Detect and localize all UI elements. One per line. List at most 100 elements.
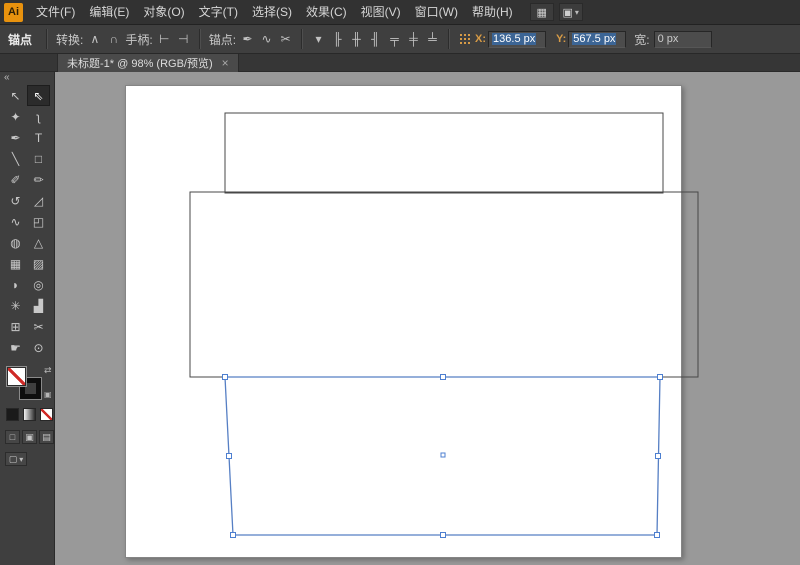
slice-tool[interactable]: ✂ (27, 316, 50, 337)
pen-tool[interactable]: ✒ (4, 127, 27, 148)
shape-center-marker (440, 452, 446, 458)
paint-mode-row (6, 408, 53, 421)
separator (198, 29, 201, 49)
perspective-grid-tool[interactable]: △ (27, 232, 50, 253)
canvas-area[interactable] (55, 72, 800, 565)
draw-inside-button[interactable]: ▤ (39, 430, 54, 444)
eyedropper-tool[interactable]: ◗ (4, 274, 27, 295)
align-h-center-button[interactable]: ╫ (347, 29, 366, 49)
fill-none-swatch[interactable] (6, 366, 27, 387)
magic-wand-tool[interactable]: ✦ (4, 106, 27, 127)
menu-item-effect[interactable]: 效果(C) (299, 0, 354, 25)
menu-item-edit[interactable]: 编辑(E) (82, 0, 136, 25)
anchor-point[interactable] (226, 453, 232, 459)
separator (448, 29, 451, 49)
selected-trapezoid-path[interactable] (224, 376, 661, 536)
menu-item-help[interactable]: 帮助(H) (465, 0, 520, 25)
width-input[interactable]: 0 px (653, 30, 712, 48)
y-label: Y: (556, 33, 567, 45)
free-transform-tool[interactable]: ◰ (27, 211, 50, 232)
width-label: 宽: (634, 32, 650, 47)
menu-item-view[interactable]: 视图(V) (354, 0, 408, 25)
draw-normal-button[interactable]: □ (5, 430, 20, 444)
tools-grid: ↖ ⇖ ✦ ʅ ✒ T ╲ □ ✐ ✏ ↺ ◿ ∿ ◰ ◍ △ ▦ ▨ ◗ ◎ ✳ ▟ ⊞ ✂ ☛ ⊙ (0, 85, 54, 358)
arrange-documents-button[interactable]: ▣ ▾ (558, 3, 583, 21)
document-tab[interactable]: 未标题-1* @ 98% (RGB/预览) × (57, 54, 239, 72)
line-segment-tool[interactable]: ╲ (4, 148, 27, 169)
rotate-tool[interactable]: ↺ (4, 190, 27, 211)
artboard-tool[interactable]: ⊞ (4, 316, 27, 337)
y-value: 567.5 px (572, 33, 617, 45)
drawing-layer (189, 112, 699, 538)
remove-anchor-button[interactable]: ✒ (238, 29, 257, 49)
type-tool[interactable]: T (27, 127, 50, 148)
align-dropdown[interactable]: ▾ (309, 29, 328, 49)
rectangle-tool[interactable]: □ (27, 148, 50, 169)
direct-selection-tool[interactable]: ⇖ (27, 85, 50, 106)
pencil-tool[interactable]: ✏ (27, 169, 50, 190)
show-handles-button[interactable]: ⊢ (155, 29, 174, 49)
color-mode-button[interactable] (6, 408, 19, 421)
chevron-down-icon: ▾ (574, 7, 579, 17)
menu-item-type[interactable]: 文字(T) (192, 0, 245, 25)
connect-endpoints-button[interactable]: ∿ (257, 29, 276, 49)
menu-item-window[interactable]: 窗口(W) (408, 0, 465, 25)
hand-tool[interactable]: ☛ (4, 337, 27, 358)
paintbrush-tool[interactable]: ✐ (4, 169, 27, 190)
symbol-sprayer-tool[interactable]: ✳ (4, 295, 27, 316)
document-tab-title: 未标题-1* @ 98% (RGB/预览) (67, 58, 213, 70)
chevron-down-icon: ▾ (19, 454, 24, 464)
blend-tool[interactable]: ◎ (27, 274, 50, 295)
menu-item-select[interactable]: 选择(S) (245, 0, 299, 25)
width-tool[interactable]: ∿ (4, 211, 27, 232)
gradient-tool[interactable]: ▨ (27, 253, 50, 274)
go-to-bridge-button[interactable]: ▦ (529, 3, 554, 21)
outlined-rectangle-middle[interactable] (189, 191, 699, 378)
cut-path-button[interactable]: ✂ (276, 29, 295, 49)
selection-tool[interactable]: ↖ (4, 85, 27, 106)
outlined-rectangle-top[interactable] (224, 112, 664, 194)
anchor-point[interactable] (654, 532, 660, 538)
column-graph-tool[interactable]: ▟ (27, 295, 50, 316)
align-bottom-button[interactable]: ╧ (423, 29, 442, 49)
document-tab-bar: 未标题-1* @ 98% (RGB/预览) × (0, 54, 800, 72)
swap-fill-stroke-icon[interactable]: ⇄ (44, 365, 52, 376)
mesh-tool[interactable]: ▦ (4, 253, 27, 274)
anchor-layer (222, 374, 663, 538)
align-left-button[interactable]: ╟ (328, 29, 347, 49)
anchor-point[interactable] (230, 532, 236, 538)
zoom-tool[interactable]: ⊙ (27, 337, 50, 358)
x-value: 136.5 px (492, 33, 537, 45)
tools-panel: « ↖ ⇖ ✦ ʅ ✒ T ╲ □ ✐ ✏ ↺ ◿ ∿ ◰ ◍ △ ▦ ▨ ◗ ◎ ✳ ▟ ⊞ ✂ ☛ ⊙ ⇄ ▣ □ ▣ ▤ ▢… (0, 72, 55, 565)
control-bar: 锚点 转换: ∧ ∩ 手柄: ⊢ ⊣ 锚点: ✒ ∿ ✂ ▾ ╟ ╫ ╢ ╤ ╪… (0, 25, 800, 54)
lasso-tool[interactable]: ʅ (27, 106, 50, 127)
x-input[interactable]: 136.5 px (488, 30, 547, 48)
draw-behind-button[interactable]: ▣ (22, 430, 37, 444)
align-right-button[interactable]: ╢ (366, 29, 385, 49)
anchor-point[interactable] (440, 532, 446, 538)
screen-mode-button[interactable]: ▢ ▾ (5, 452, 27, 466)
collapse-panel-button[interactable]: « (0, 72, 54, 85)
reference-point-locator[interactable] (460, 33, 471, 45)
draw-mode-row: □ ▣ ▤ (5, 430, 54, 444)
anchor-point[interactable] (440, 374, 446, 380)
menu-item-object[interactable]: 对象(O) (136, 0, 191, 25)
default-fill-stroke-icon[interactable]: ▣ (44, 390, 52, 399)
screen-mode-icon: ▢ (8, 453, 18, 464)
none-mode-button[interactable] (40, 408, 53, 421)
anchor-point[interactable] (657, 374, 663, 380)
convert-label: 转换: (56, 32, 84, 47)
y-input[interactable]: 567.5 px (568, 30, 627, 48)
close-icon[interactable]: × (222, 56, 229, 70)
scale-tool[interactable]: ◿ (27, 190, 50, 211)
anchor-point[interactable] (655, 453, 661, 459)
convert-smooth-button[interactable]: ∩ (104, 29, 123, 49)
align-top-button[interactable]: ╤ (385, 29, 404, 49)
align-v-center-button[interactable]: ╪ (404, 29, 423, 49)
shape-builder-tool[interactable]: ◍ (4, 232, 27, 253)
hide-handles-button[interactable]: ⊣ (174, 29, 193, 49)
gradient-mode-button[interactable] (23, 408, 36, 421)
convert-corner-button[interactable]: ∧ (85, 29, 104, 49)
menu-item-file[interactable]: 文件(F) (29, 0, 82, 25)
anchor-point[interactable] (222, 374, 228, 380)
